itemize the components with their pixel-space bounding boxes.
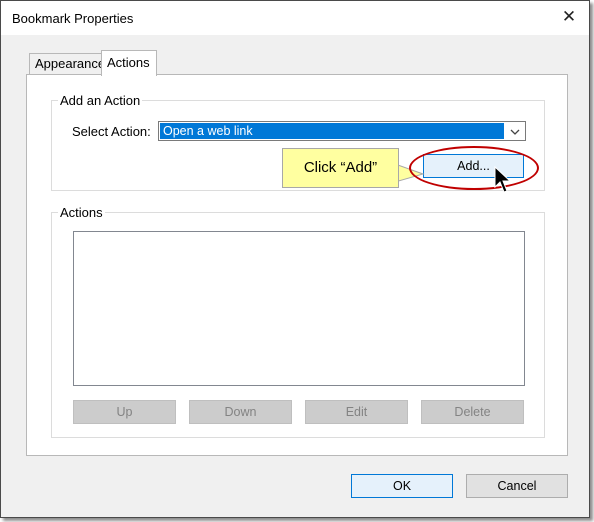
edit-button[interactable]: Edit xyxy=(305,400,408,424)
cancel-button[interactable]: Cancel xyxy=(466,474,568,498)
delete-button[interactable]: Delete xyxy=(421,400,524,424)
chevron-down-icon[interactable] xyxy=(505,122,525,140)
actions-group: Actions Up Down Edit Delete xyxy=(51,205,545,438)
mouse-pointer-icon xyxy=(494,166,512,193)
callout-annotation: Click “Add” xyxy=(282,148,399,188)
select-action-label: Select Action: xyxy=(72,124,151,139)
tab-appearance[interactable]: Appearance xyxy=(29,53,105,74)
ok-button[interactable]: OK xyxy=(351,474,453,498)
window-title: Bookmark Properties xyxy=(12,11,134,26)
actions-group-label: Actions xyxy=(58,205,105,220)
highlight-ellipse xyxy=(409,146,539,190)
down-button[interactable]: Down xyxy=(189,400,292,424)
actions-list[interactable] xyxy=(73,231,525,386)
up-button[interactable]: Up xyxy=(73,400,176,424)
tab-actions[interactable]: Actions xyxy=(101,50,157,76)
select-action-dropdown[interactable]: Open a web link xyxy=(158,121,526,141)
add-action-group-label: Add an Action xyxy=(58,93,143,108)
close-icon[interactable]: ✕ xyxy=(559,7,579,27)
dialog-window: Bookmark Properties ✕ Appearance Actions… xyxy=(0,0,590,518)
select-action-value: Open a web link xyxy=(160,123,504,139)
title-bar: Bookmark Properties ✕ xyxy=(1,1,589,35)
actions-tab-panel: Add an Action Select Action: Open a web … xyxy=(26,74,568,456)
